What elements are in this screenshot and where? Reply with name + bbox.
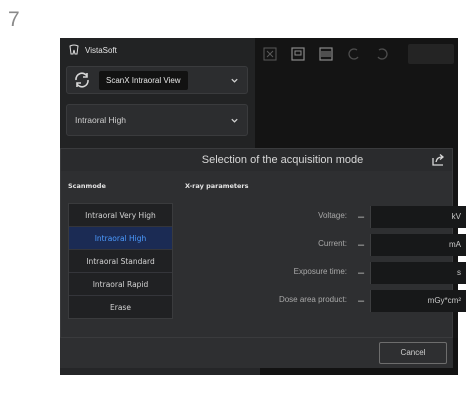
- current-stepper[interactable]: – mA +: [353, 234, 466, 256]
- decrement-button[interactable]: –: [353, 262, 369, 284]
- unit-label: mGy*cm²: [427, 296, 461, 305]
- scanmode-item[interactable]: Intraoral Standard: [69, 250, 172, 273]
- device-select[interactable]: ScanX Intraoral View: [66, 66, 248, 94]
- decrement-button[interactable]: –: [353, 206, 369, 228]
- xray-parameters-header: X-ray parameters: [185, 182, 249, 190]
- mode-label: Intraoral High: [75, 115, 127, 125]
- frame-icon[interactable]: [288, 44, 308, 64]
- scanmode-item-selected[interactable]: Intraoral High: [69, 227, 172, 250]
- undo-icon[interactable]: [344, 44, 364, 64]
- tooth-icon: [69, 44, 79, 55]
- acquisition-mode-dialog: Selection of the acquisition mode Scanmo…: [60, 148, 466, 338]
- dose-area-product-field[interactable]: mGy*cm²: [370, 290, 466, 312]
- toolbar-field: [408, 44, 454, 64]
- unit-label: kV: [451, 212, 461, 221]
- exposure-time-row: Exposure time: – s +: [185, 262, 466, 284]
- step-number: 7: [8, 8, 20, 31]
- decrement-button[interactable]: –: [353, 234, 369, 256]
- dialog-title: Selection of the acquisition mode: [61, 149, 452, 171]
- exposure-time-field[interactable]: s: [370, 262, 466, 284]
- scanmode-item[interactable]: Intraoral Very High: [69, 204, 172, 227]
- voltage-row: Voltage: – kV +: [185, 206, 466, 228]
- voltage-stepper[interactable]: – kV +: [353, 206, 466, 228]
- mode-select[interactable]: Intraoral High: [66, 104, 248, 136]
- refresh-icon[interactable]: [71, 69, 93, 91]
- decrement-button[interactable]: –: [353, 290, 369, 312]
- scanmode-item[interactable]: Intraoral Rapid: [69, 273, 172, 296]
- crop-icon[interactable]: [260, 44, 280, 64]
- dose-area-product-stepper[interactable]: – mGy*cm² +: [353, 290, 466, 312]
- export-icon[interactable]: [430, 153, 446, 167]
- param-label: Dose area product:: [278, 295, 347, 304]
- current-row: Current: – mA +: [185, 234, 466, 256]
- chevron-down-icon[interactable]: [230, 76, 239, 85]
- dose-area-product-row: Dose area product: – mGy*cm² +: [185, 290, 466, 312]
- param-label: Current:: [318, 239, 347, 248]
- param-label: Exposure time:: [293, 267, 347, 276]
- left-panel: VistaSoft ScanX Intraoral View Intraoral…: [60, 38, 255, 148]
- unit-label: s: [457, 268, 461, 277]
- scanmode-header: Scanmode: [68, 182, 106, 190]
- redo-icon[interactable]: [372, 44, 392, 64]
- unit-label: mA: [449, 240, 461, 249]
- barcode-icon[interactable]: [316, 44, 336, 64]
- voltage-field[interactable]: kV: [370, 206, 466, 228]
- exposure-time-stepper[interactable]: – s +: [353, 262, 466, 284]
- brand: VistaSoft: [60, 40, 153, 60]
- chevron-down-icon[interactable]: [230, 116, 239, 125]
- current-field[interactable]: mA: [370, 234, 466, 256]
- device-label: ScanX Intraoral View: [99, 70, 188, 90]
- brand-label: VistaSoft: [85, 45, 117, 55]
- scanmode-item[interactable]: Erase: [69, 296, 172, 318]
- toolbar: [260, 42, 455, 66]
- dialog-footer: Cancel: [60, 338, 453, 368]
- scanmode-list: Intraoral Very High Intraoral High Intra…: [68, 203, 173, 319]
- cancel-button[interactable]: Cancel: [379, 342, 447, 364]
- param-label: Voltage:: [318, 211, 347, 220]
